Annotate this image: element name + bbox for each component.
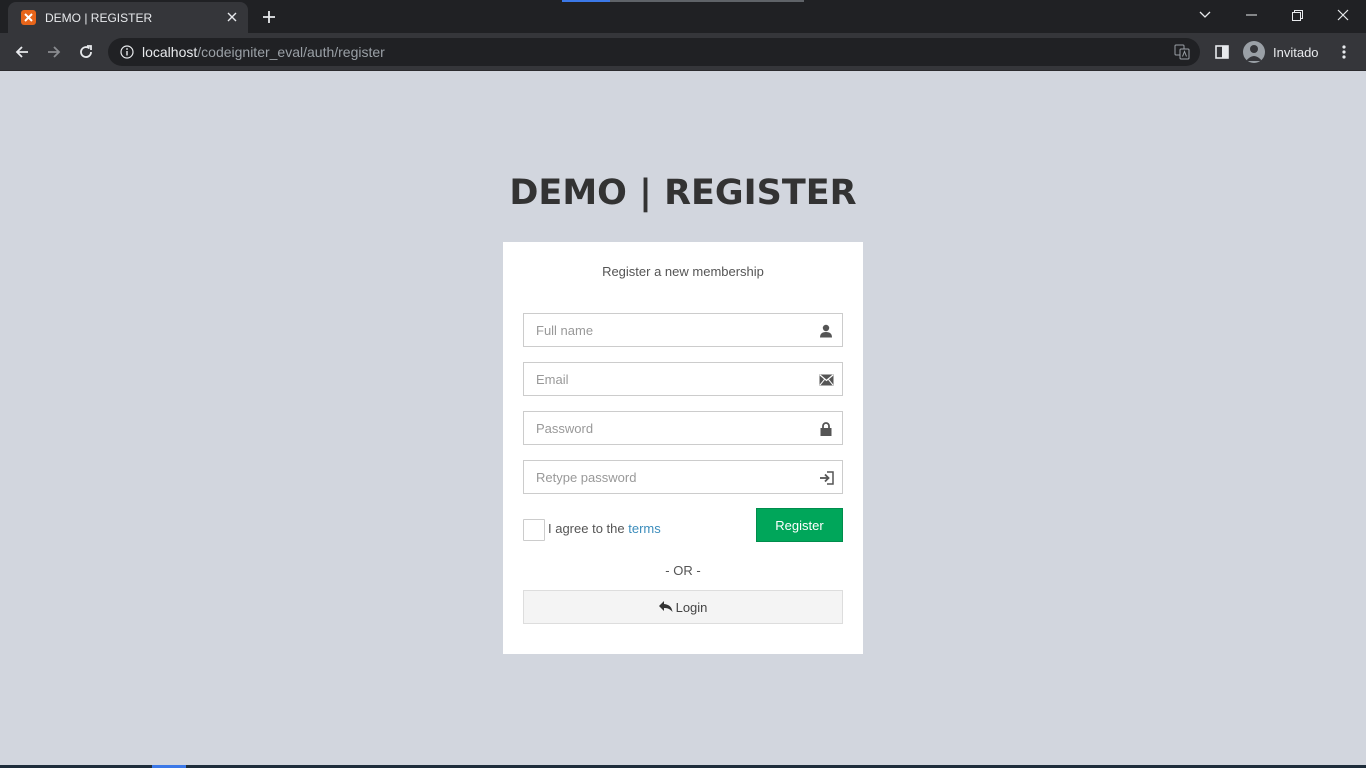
translate-icon[interactable] bbox=[1174, 44, 1190, 60]
forward-icon[interactable] bbox=[40, 38, 68, 66]
tab-strip-accent-secondary bbox=[610, 0, 804, 2]
tab-search-icon[interactable] bbox=[1182, 0, 1228, 30]
back-icon[interactable] bbox=[8, 38, 36, 66]
url-host: localhost bbox=[142, 44, 198, 60]
profile-name: Invitado bbox=[1273, 44, 1319, 60]
xampp-icon bbox=[21, 10, 36, 25]
browser-tab[interactable]: DEMO | REGISTER bbox=[8, 2, 248, 33]
restore-icon[interactable] bbox=[1274, 0, 1320, 30]
reload-icon[interactable] bbox=[72, 38, 100, 66]
avatar-icon bbox=[1243, 41, 1265, 63]
register-box-message: Register a new membership bbox=[602, 264, 764, 279]
email-input[interactable] bbox=[524, 363, 804, 395]
password-input[interactable] bbox=[524, 412, 804, 444]
email-field bbox=[523, 362, 843, 396]
tab-strip-accent bbox=[562, 0, 610, 2]
envelope-icon bbox=[818, 372, 834, 388]
browser-toolbar: localhost/codeigniter_eval/auth/register… bbox=[0, 33, 1366, 71]
user-icon bbox=[818, 323, 834, 339]
agree-terms-label: I agree to the terms bbox=[548, 521, 661, 536]
or-divider: - OR - bbox=[665, 563, 701, 578]
minimize-icon[interactable] bbox=[1228, 0, 1274, 30]
retype-password-field bbox=[523, 460, 843, 494]
site-info-icon[interactable] bbox=[119, 44, 135, 60]
address-bar[interactable]: localhost/codeigniter_eval/auth/register bbox=[108, 38, 1200, 66]
more-menu-icon[interactable] bbox=[1330, 38, 1358, 66]
log-in-icon bbox=[818, 470, 834, 486]
register-box: Register a new membership Full name Emai… bbox=[503, 242, 863, 654]
register-button[interactable]: Register bbox=[756, 508, 843, 542]
close-tab-icon[interactable] bbox=[224, 9, 240, 25]
agree-terms-text: I agree to the bbox=[548, 521, 629, 536]
terms-link[interactable]: terms bbox=[628, 521, 661, 536]
close-window-icon[interactable] bbox=[1320, 0, 1366, 30]
full-name-input[interactable] bbox=[524, 314, 804, 346]
full-name-field bbox=[523, 313, 843, 347]
reply-icon bbox=[658, 600, 673, 614]
login-button[interactable]: Login bbox=[523, 590, 843, 624]
url-text: localhost/codeigniter_eval/auth/register bbox=[142, 44, 385, 60]
url-path: /codeigniter_eval/auth/register bbox=[197, 44, 385, 60]
side-panel-icon[interactable] bbox=[1208, 38, 1236, 66]
profile-button[interactable]: Invitado bbox=[1240, 38, 1326, 66]
lock-icon bbox=[818, 421, 834, 437]
agree-terms-checkbox[interactable] bbox=[523, 519, 545, 541]
browser-tab-strip: DEMO | REGISTER bbox=[0, 0, 1366, 33]
tab-title: DEMO | REGISTER bbox=[45, 10, 153, 25]
page-body: DEMO | REGISTER Register a new membershi… bbox=[0, 71, 1366, 768]
password-field bbox=[523, 411, 843, 445]
page-title: DEMO | REGISTER bbox=[509, 173, 857, 213]
new-tab-icon[interactable] bbox=[258, 6, 280, 28]
retype-password-input[interactable] bbox=[524, 461, 804, 493]
login-button-label: Login bbox=[675, 599, 708, 615]
